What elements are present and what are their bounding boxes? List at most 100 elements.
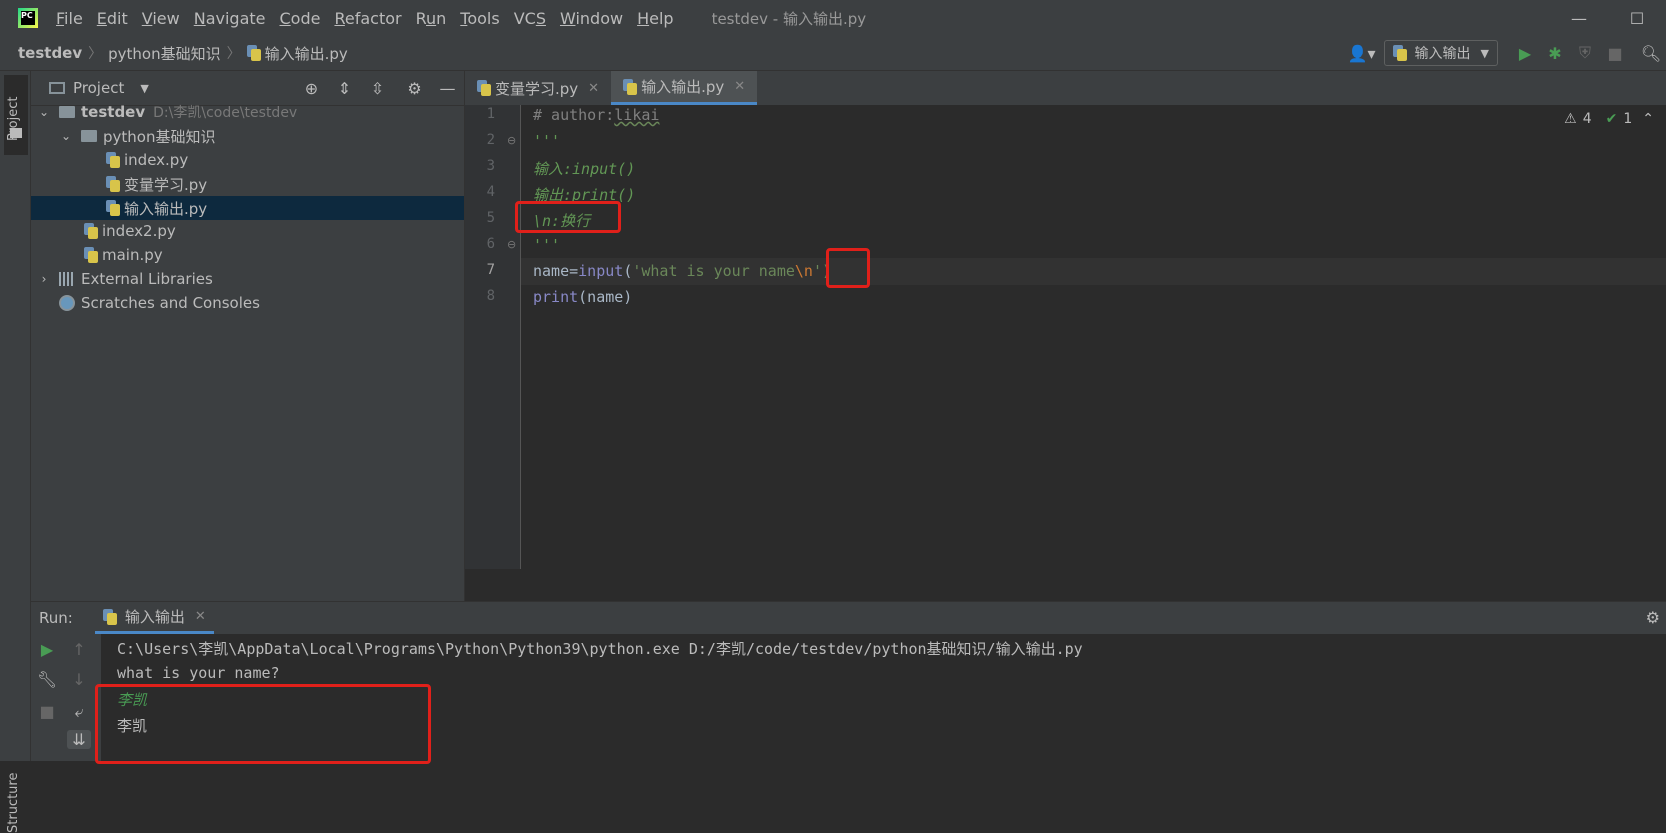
minimize-icon[interactable]: — [1550,9,1608,28]
tree-row-scratches[interactable]: Scratches and Consoles [31,291,464,315]
expand-all-icon[interactable]: ⇕ [328,79,361,98]
menu-items: File Edit View Navigate Code Refactor Run Tools… [56,9,688,28]
run-icon[interactable]: ▶ [1510,44,1540,63]
scroll-to-end-icon[interactable]: ⇊ [67,730,91,749]
navbar-actions: 👤▾ 输入输出 ▼ ▶ ✱ ⛨ ■ 🔍︎ [1340,36,1666,70]
breadcrumb-file[interactable]: 输入输出.py [265,43,348,64]
debug-icon[interactable]: ✱ [1540,44,1570,63]
line-number: 2 [486,132,495,148]
menu-item[interactable]: Tools [460,9,499,28]
tree-row-file[interactable]: main.py [31,243,464,267]
menu-item-mnemonic: E [96,8,107,28]
hide-icon[interactable]: — [431,79,464,98]
tree-row-file[interactable]: index.py [31,148,464,172]
menu-item-text: n [436,8,447,28]
inspection-widget[interactable]: ⚠ 4 ✔ 1 ⌃ [1558,111,1654,127]
chevron-down-icon[interactable]: ⌄ [37,105,51,119]
menu-item[interactable]: Refactor [334,9,401,28]
project-view-selector[interactable]: Project ▼ [49,79,149,97]
tree-row-root[interactable]: ⌄ testdev D:\李凯\code\testdev [31,100,464,124]
gear-icon[interactable]: ⚙ [398,79,431,98]
structure-stripe-label[interactable]: Structure [6,773,21,833]
tree-row-external-libraries[interactable]: › External Libraries [31,267,464,291]
tree-scratches-label: Scratches and Consoles [81,294,260,312]
menu-item-text: dit [106,8,128,28]
coverage-icon[interactable]: ⛨ [1570,43,1600,63]
maximize-icon[interactable]: ☐ [1608,9,1666,28]
weak-warning-count: 1 [1623,111,1633,127]
console-command: C:\Users\李凯\AppData\Local\Programs\Pytho… [117,640,1083,658]
code-editor[interactable]: # author:likai ''' 输入:input() 输出:print()… [515,105,1666,569]
python-file-icon [84,247,98,263]
tree-root-path: D:\李凯\code\testdev [153,105,298,121]
run-toolbar: ▶ ↑ 🔧︎ ↓ ■ ⤶ ⇊ [31,634,101,761]
close-icon[interactable]: ✕ [588,81,599,96]
menu-item[interactable]: Navigate [194,9,266,28]
fold-icon[interactable]: ⊖ [507,134,516,147]
menu-item[interactable]: File [56,9,83,28]
menu-item-mnemonic: u [426,8,437,28]
arrow-down-icon[interactable]: ↓ [67,670,91,689]
editor-gutter: 1 2 3 4 5 6 7 8 ⊖ ⊖ [465,105,521,569]
run-tab-label: 输入输出 [124,608,185,626]
breadcrumb-project[interactable]: testdev [18,44,82,62]
menu-item[interactable]: Code [280,9,321,28]
menu-item[interactable]: VCS [514,9,546,28]
rerun-icon[interactable]: ▶ [35,640,59,659]
run-configuration-select[interactable]: 输入输出 ▼ [1383,40,1498,66]
menu-item-text: avigate [205,8,266,28]
breadcrumb-separator-icon: 〉 [88,46,103,62]
tree-row-file[interactable]: index2.py [31,219,464,243]
menu-item[interactable]: Help [637,9,673,28]
run-label: Run: [39,609,73,627]
user-account-icon[interactable]: 👤▾ [1340,44,1384,63]
close-icon[interactable]: ✕ [734,79,745,94]
menu-item-mnemonic: H [637,8,650,28]
tree-file-label: 变量学习.py [124,175,208,194]
arrow-up-icon[interactable]: ↑ [67,640,91,659]
menu-item[interactable]: Window [560,9,623,28]
menu-item-mnemonic: W [559,8,576,28]
run-console[interactable]: C:\Users\李凯\AppData\Local\Programs\Pytho… [95,634,1666,764]
warning-count: 4 [1582,111,1592,127]
gear-icon[interactable]: ⚙ [1646,608,1660,627]
collapse-all-icon[interactable]: ⇳ [361,79,394,98]
menu-item-mnemonic: V [141,8,153,28]
line-number-current: 7 [486,262,495,278]
window-controls: — ☐ [1550,0,1666,36]
menu-item[interactable]: Edit [97,9,128,28]
chevron-right-icon[interactable]: › [37,272,51,286]
run-tab[interactable]: 输入输出 ✕ [94,602,214,634]
locate-file-icon[interactable]: ⊕ [295,79,328,98]
python-file-icon [477,80,491,96]
menu-item-text: efactor [344,8,402,28]
wrench-icon[interactable]: 🔧︎ [35,670,59,689]
fold-icon[interactable]: ⊖ [507,238,516,251]
menu-item[interactable]: Run [416,9,447,28]
menu-item[interactable]: View [142,9,180,28]
search-icon[interactable]: 🔍︎ [1636,44,1666,63]
tree-file-label: index.py [124,151,189,169]
stop-icon[interactable]: ■ [1600,44,1630,63]
line-number: 8 [486,288,495,304]
window-title: testdev - 输入输出.py [711,9,867,28]
tree-row-file-selected[interactable]: 输入输出.py [31,196,464,220]
tab-input-output[interactable]: 输入输出.py ✕ [611,71,758,105]
tab-label: 变量学习.py [495,79,579,98]
soft-wrap-icon[interactable]: ⤶ [67,702,91,722]
stop-icon[interactable]: ■ [35,702,59,721]
tree-file-label: main.py [102,246,163,264]
python-file-icon [106,200,120,216]
chevron-down-icon[interactable]: ⌄ [59,129,73,143]
close-icon[interactable]: ✕ [195,609,206,624]
menu-item-mnemonic: C [279,8,291,28]
tree-row-file[interactable]: 变量学习.py [31,172,464,196]
tree-row-folder[interactable]: ⌄ python基础知识 [31,124,464,148]
tree-libraries-label: External Libraries [81,270,213,288]
menu-item-text: ile [64,8,83,28]
menu-item-mnemonic: S [535,8,546,28]
breadcrumb-folder[interactable]: python基础知识 [108,43,220,64]
tab-variables[interactable]: 变量学习.py ✕ [465,71,611,105]
code-line-6: ''' [533,236,561,254]
chevron-up-icon[interactable]: ⌃ [1642,111,1654,127]
